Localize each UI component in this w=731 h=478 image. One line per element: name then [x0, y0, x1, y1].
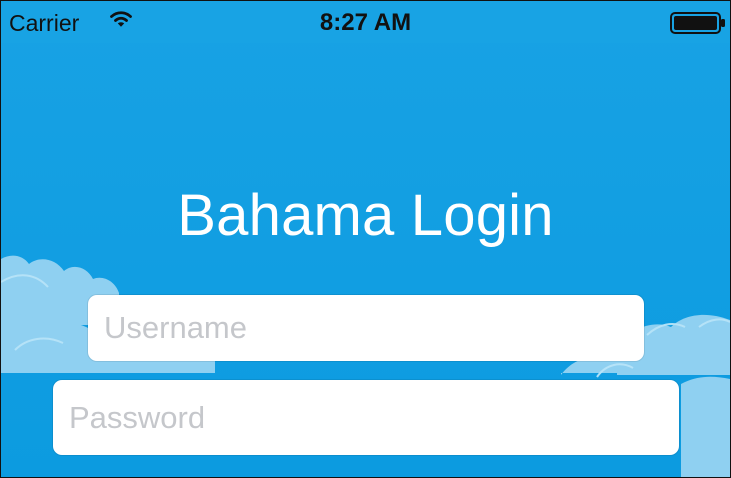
password-field[interactable] [53, 380, 679, 455]
ios-screen: Carrier 8:27 AM Bahama Login Username [0, 0, 731, 478]
username-field[interactable] [88, 295, 644, 361]
app-title: Bahama Login [177, 183, 554, 248]
